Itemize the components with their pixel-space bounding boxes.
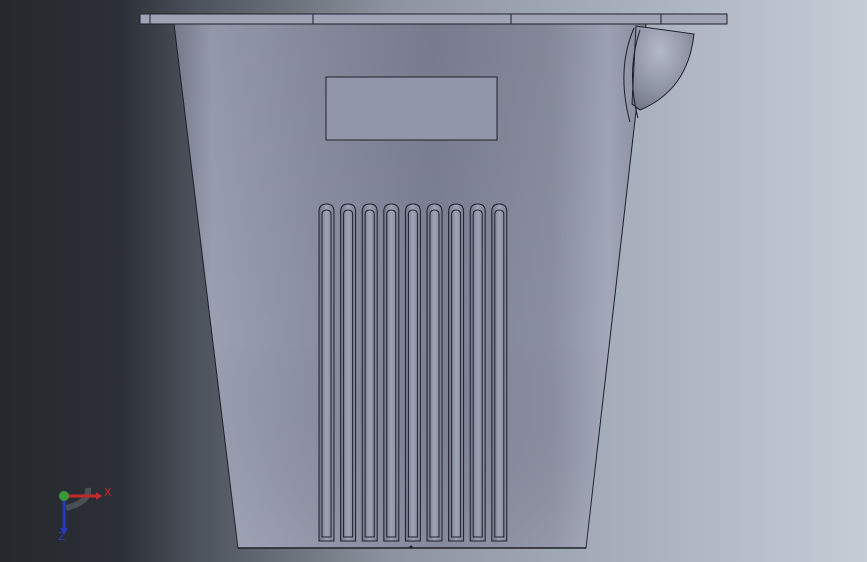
vent-slot <box>340 203 357 542</box>
vent-slot <box>383 203 400 542</box>
triad-arc <box>65 487 92 511</box>
graphics-viewport[interactable]: X Z <box>0 0 867 562</box>
orientation-triad[interactable]: X Z <box>46 482 116 546</box>
vent-slot <box>491 203 508 542</box>
x-axis-label: X <box>104 486 112 499</box>
bottom-point <box>409 545 413 549</box>
vent-slot <box>404 203 421 542</box>
x-axis-head <box>96 492 102 500</box>
top-flange[interactable] <box>139 13 728 25</box>
label-recess[interactable] <box>325 76 498 141</box>
vent-slot <box>361 203 378 542</box>
vent-slots <box>318 203 508 542</box>
y-axis-dot <box>59 491 69 501</box>
vent-slot <box>318 203 335 542</box>
vent-slot <box>426 203 443 542</box>
side-knob[interactable] <box>631 25 695 111</box>
vent-slot <box>469 203 486 542</box>
cad-model[interactable] <box>0 0 867 562</box>
z-axis-label: Z <box>58 530 66 543</box>
vent-slot <box>448 203 465 542</box>
